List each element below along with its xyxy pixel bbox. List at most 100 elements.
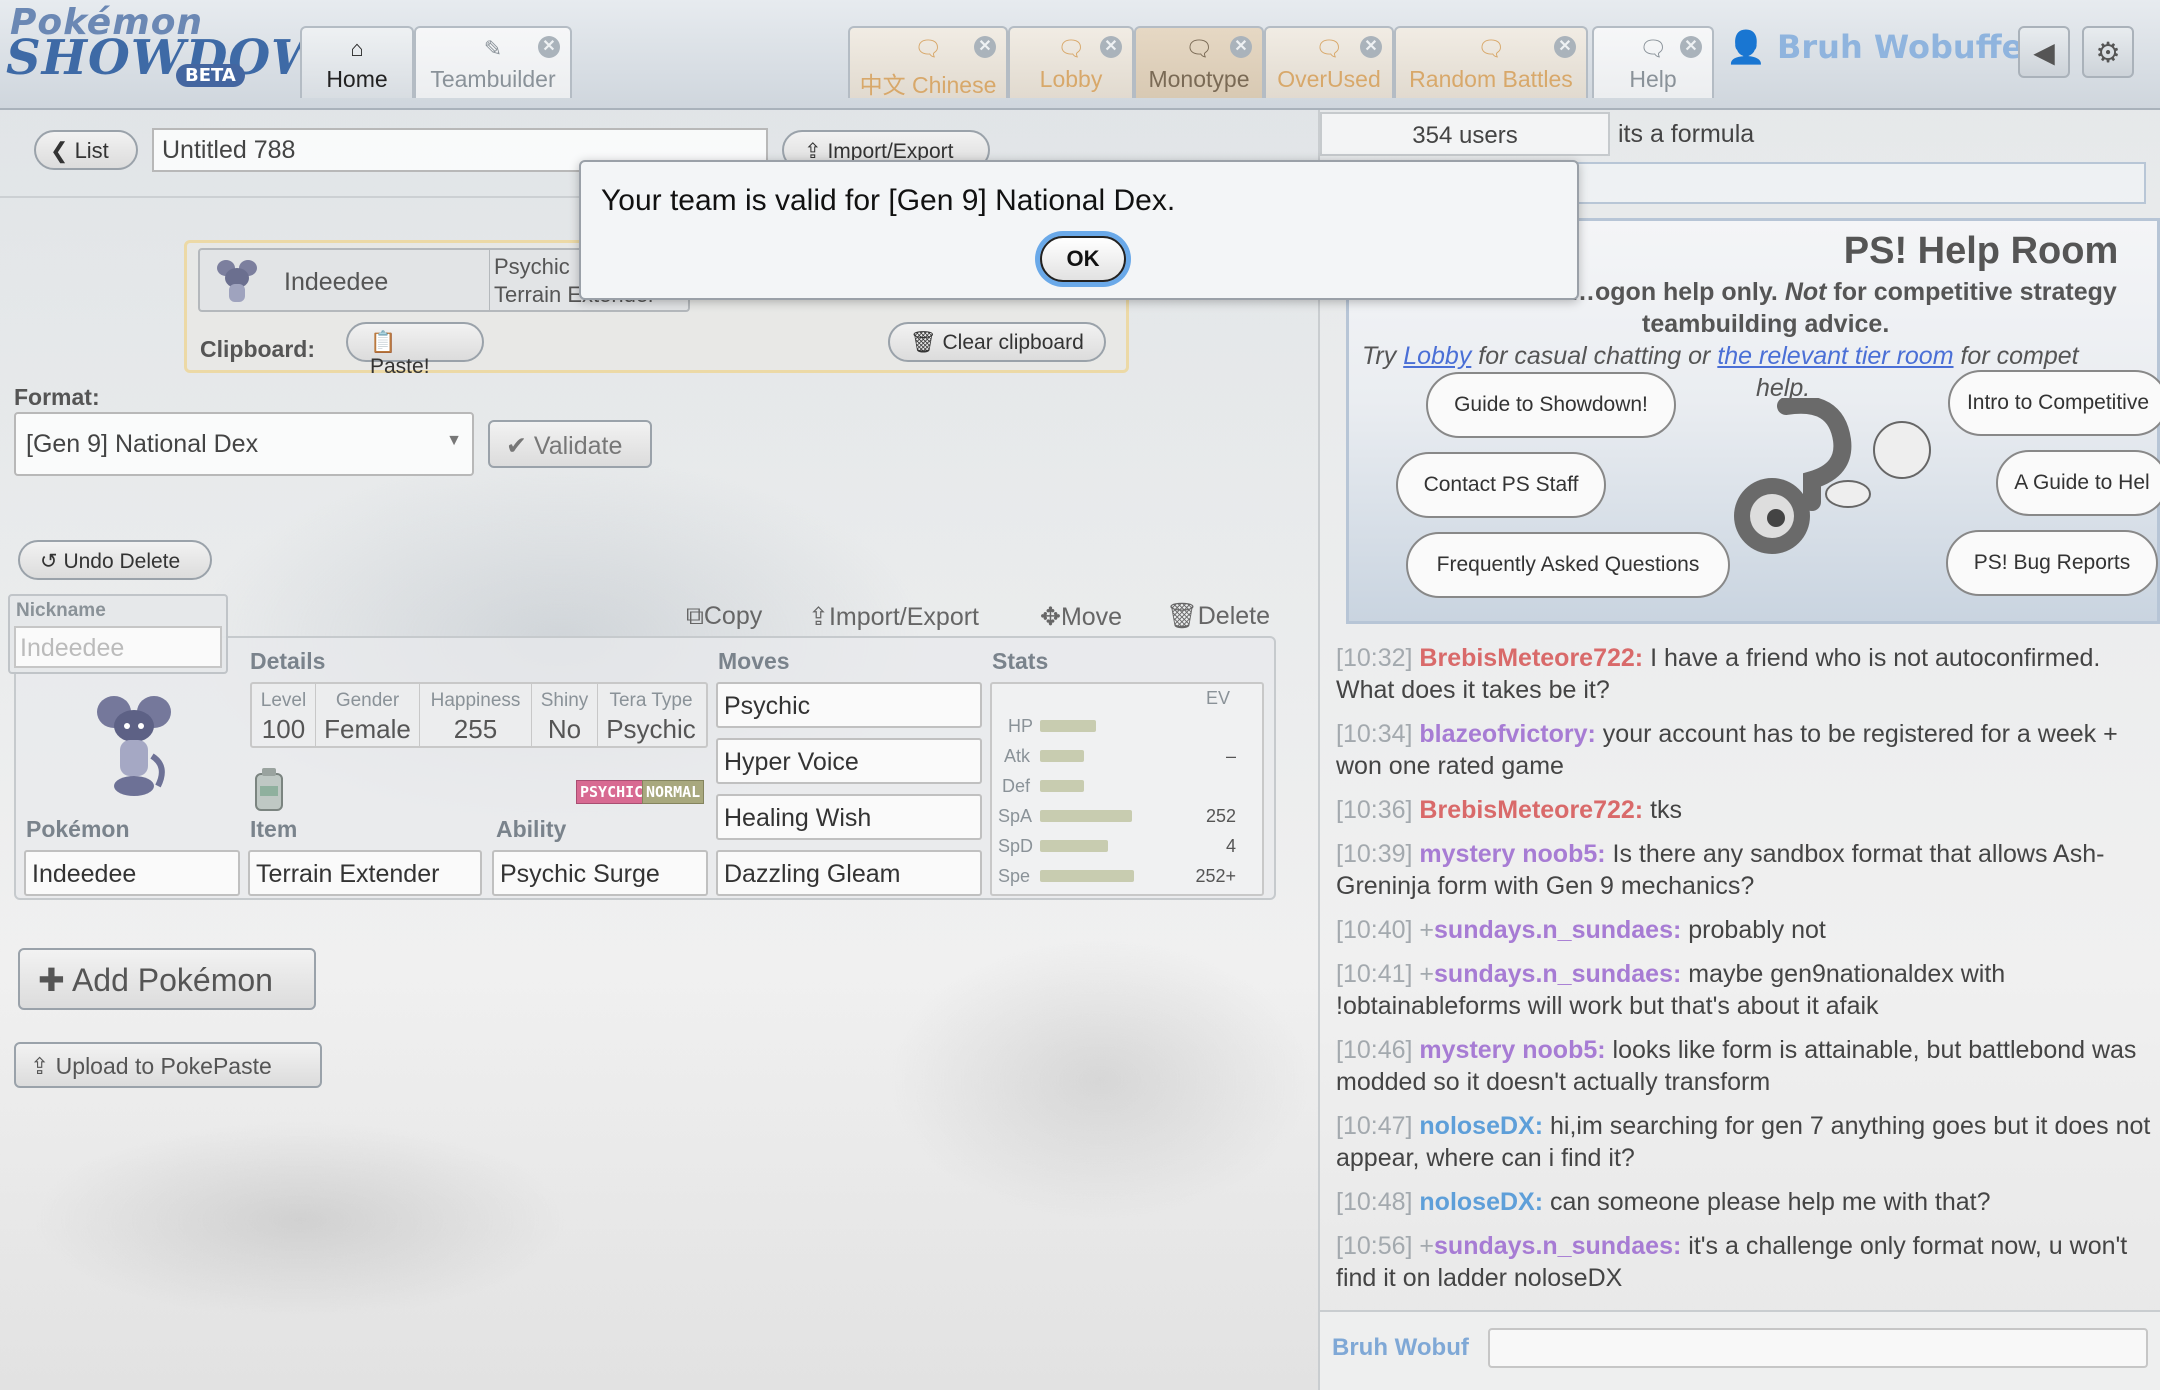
- undo-delete-label: Undo Delete: [63, 550, 181, 573]
- tab-room-monotype[interactable]: 🗨 Monotype ✕: [1134, 26, 1264, 98]
- chat-username[interactable]: blazeofvictory:: [1419, 720, 1595, 748]
- add-pokemon-button[interactable]: ✚ Add Pokémon: [18, 948, 316, 1010]
- move-set-button[interactable]: ✥Move: [1040, 602, 1122, 632]
- chat-username[interactable]: BrebisMeteore722:: [1419, 796, 1643, 824]
- ability-input[interactable]: Psychic Surge: [492, 850, 708, 896]
- detail-value: Psychic: [606, 714, 696, 744]
- user-list-button[interactable]: 354 users: [1320, 112, 1610, 156]
- settings-button[interactable]: ⚙: [2082, 26, 2134, 78]
- chat-username[interactable]: BrebisMeteore722:: [1419, 644, 1643, 672]
- faq-button[interactable]: Frequently Asked Questions: [1406, 532, 1730, 598]
- bug-reports-button[interactable]: PS! Bug Reports: [1946, 530, 2158, 596]
- paste-button[interactable]: 📋 Paste!: [346, 322, 484, 378]
- chat-text: probably not: [1688, 916, 1826, 944]
- username-button[interactable]: 👤 Bruh Wobuffet: [1726, 28, 2039, 66]
- upload-pokepaste-button[interactable]: ⇪ Upload to PokePaste: [14, 1042, 322, 1088]
- tab-room-lobby[interactable]: 🗨 Lobby ✕: [1008, 26, 1134, 98]
- chat-message: [10:36] BrebisMeteore722: tks: [1336, 794, 2156, 826]
- help-line1-post: for competitive strategy: [1833, 278, 2117, 306]
- clipboard-pokemon-cell: Indeedee: [200, 250, 490, 310]
- move-2-input[interactable]: Hyper Voice: [716, 738, 982, 784]
- user-rank: +: [1419, 916, 1435, 944]
- item-input[interactable]: Terrain Extender: [248, 850, 482, 896]
- chat-message-input[interactable]: [1488, 1328, 2148, 1368]
- chat-username[interactable]: sundays.n_sundaes:: [1434, 916, 1681, 944]
- contact-staff-button[interactable]: Contact PS Staff: [1396, 452, 1606, 518]
- chat-message: [10:56] +sundays.n_sundaes: it's a chall…: [1336, 1230, 2156, 1294]
- nickname-box: Nickname Indeedee: [8, 594, 228, 674]
- move-3-input[interactable]: Healing Wish: [716, 794, 982, 840]
- detail-key: Shiny: [540, 690, 589, 711]
- tab-label: Teambuilder: [430, 66, 556, 92]
- validate-button[interactable]: ✔ Validate: [488, 420, 652, 468]
- chat-username[interactable]: sundays.n_sundaes:: [1434, 960, 1681, 988]
- lobby-link[interactable]: Lobby: [1403, 342, 1471, 370]
- nickname-input[interactable]: Indeedee: [14, 626, 222, 668]
- close-icon[interactable]: ✕: [1554, 36, 1576, 58]
- guide-to-help-button[interactable]: A Guide to Hel: [1996, 450, 2160, 516]
- format-value: [Gen 9] National Dex: [26, 430, 259, 458]
- tab-home[interactable]: ⌂ Home: [300, 26, 414, 98]
- gear-icon: ⚙: [2095, 35, 2121, 69]
- type-badge-psychic: PSYCHIC: [576, 780, 648, 804]
- stat-spa-ev: 252: [1205, 806, 1236, 826]
- tab-label: Home: [326, 66, 388, 92]
- close-icon[interactable]: ✕: [1360, 36, 1382, 58]
- undo-delete-button[interactable]: ↺ Undo Delete: [18, 540, 212, 580]
- move-1-input[interactable]: Psychic: [716, 682, 982, 728]
- chat-message: [10:39] mystery noob5: Is there any sand…: [1336, 838, 2156, 902]
- move-4-input[interactable]: Dazzling Gleam: [716, 850, 982, 896]
- indeedee-sprite[interactable]: [94, 686, 174, 802]
- chat-username[interactable]: mystery noob5:: [1419, 1036, 1605, 1064]
- close-icon[interactable]: ✕: [1100, 36, 1122, 58]
- help-line3-mid: for casual chatting or: [1478, 342, 1711, 370]
- chevron-left-icon: ❮: [50, 138, 69, 163]
- volume-button[interactable]: ◀: [2018, 26, 2070, 78]
- clear-clipboard-button[interactable]: 🗑 Clear clipboard: [888, 322, 1106, 362]
- timestamp: [10:41]: [1336, 960, 1413, 988]
- logo-beta-badge: BETA: [176, 64, 245, 87]
- timestamp: [10:34]: [1336, 720, 1413, 748]
- chat-username[interactable]: noloseDX:: [1419, 1112, 1543, 1140]
- close-icon[interactable]: ✕: [538, 36, 560, 58]
- tab-room-overused[interactable]: 🗨 OverUsed ✕: [1264, 26, 1394, 98]
- chat-username[interactable]: noloseDX:: [1419, 1188, 1543, 1216]
- add-pokemon-label: Add Pokémon: [71, 962, 273, 998]
- clear-clipboard-label: Clear clipboard: [942, 331, 1084, 354]
- delete-label: Delete: [1197, 602, 1271, 630]
- detail-value: No: [547, 714, 582, 744]
- tier-room-link[interactable]: the relevant tier room: [1717, 342, 1953, 370]
- tab-room-chinese[interactable]: 🗨 中文 Chinese ✕: [848, 26, 1008, 98]
- type-badge-normal: NORMAL: [642, 780, 705, 804]
- undo-icon: ↺: [40, 550, 58, 573]
- chat-username[interactable]: mystery noob5:: [1419, 840, 1605, 868]
- format-select[interactable]: [Gen 9] National Dex ▼: [14, 412, 474, 476]
- chat-message: [10:40] +sundays.n_sundaes: probably not: [1336, 914, 2156, 946]
- ok-button[interactable]: OK: [1040, 236, 1126, 282]
- plus-icon: ✚: [38, 962, 65, 998]
- set-import-export-button[interactable]: ⇪Import/Export: [808, 602, 979, 632]
- pokemon-input[interactable]: Indeedee: [24, 850, 240, 896]
- intro-to-competitive-button[interactable]: Intro to Competitive: [1948, 370, 2160, 436]
- guide-to-showdown-button[interactable]: Guide to Showdown!: [1426, 372, 1676, 438]
- timestamp: [10:46]: [1336, 1036, 1413, 1064]
- list-button[interactable]: ❮ List: [34, 130, 138, 170]
- close-icon[interactable]: ✕: [1230, 36, 1252, 58]
- validate-label: Validate: [533, 432, 623, 460]
- copy-icon: ⧉: [686, 602, 704, 630]
- timestamp: [10:36]: [1336, 796, 1413, 824]
- close-icon[interactable]: ✕: [974, 36, 996, 58]
- user-rank: +: [1419, 960, 1435, 988]
- tab-room-random-battles[interactable]: 🗨 Random Battles ✕: [1394, 26, 1588, 98]
- delete-set-button[interactable]: 🗑Delete: [1166, 602, 1270, 631]
- detail-key: Tera Type: [609, 690, 693, 711]
- tab-teambuilder[interactable]: ✎ Teambuilder ✕: [414, 26, 572, 98]
- tab-label: Random Battles: [1409, 66, 1573, 92]
- detail-value: 100: [261, 714, 306, 744]
- help-room-line1: …ogon help only. Not for competitive str…: [1570, 278, 2117, 307]
- close-icon[interactable]: ✕: [1680, 36, 1702, 58]
- tab-room-help[interactable]: 🗨 Help ✕: [1592, 26, 1714, 98]
- copy-set-button[interactable]: ⧉Copy: [686, 602, 762, 631]
- set-import-export-label: Import/Export: [828, 603, 980, 631]
- chat-username[interactable]: sundays.n_sundaes:: [1434, 1232, 1681, 1260]
